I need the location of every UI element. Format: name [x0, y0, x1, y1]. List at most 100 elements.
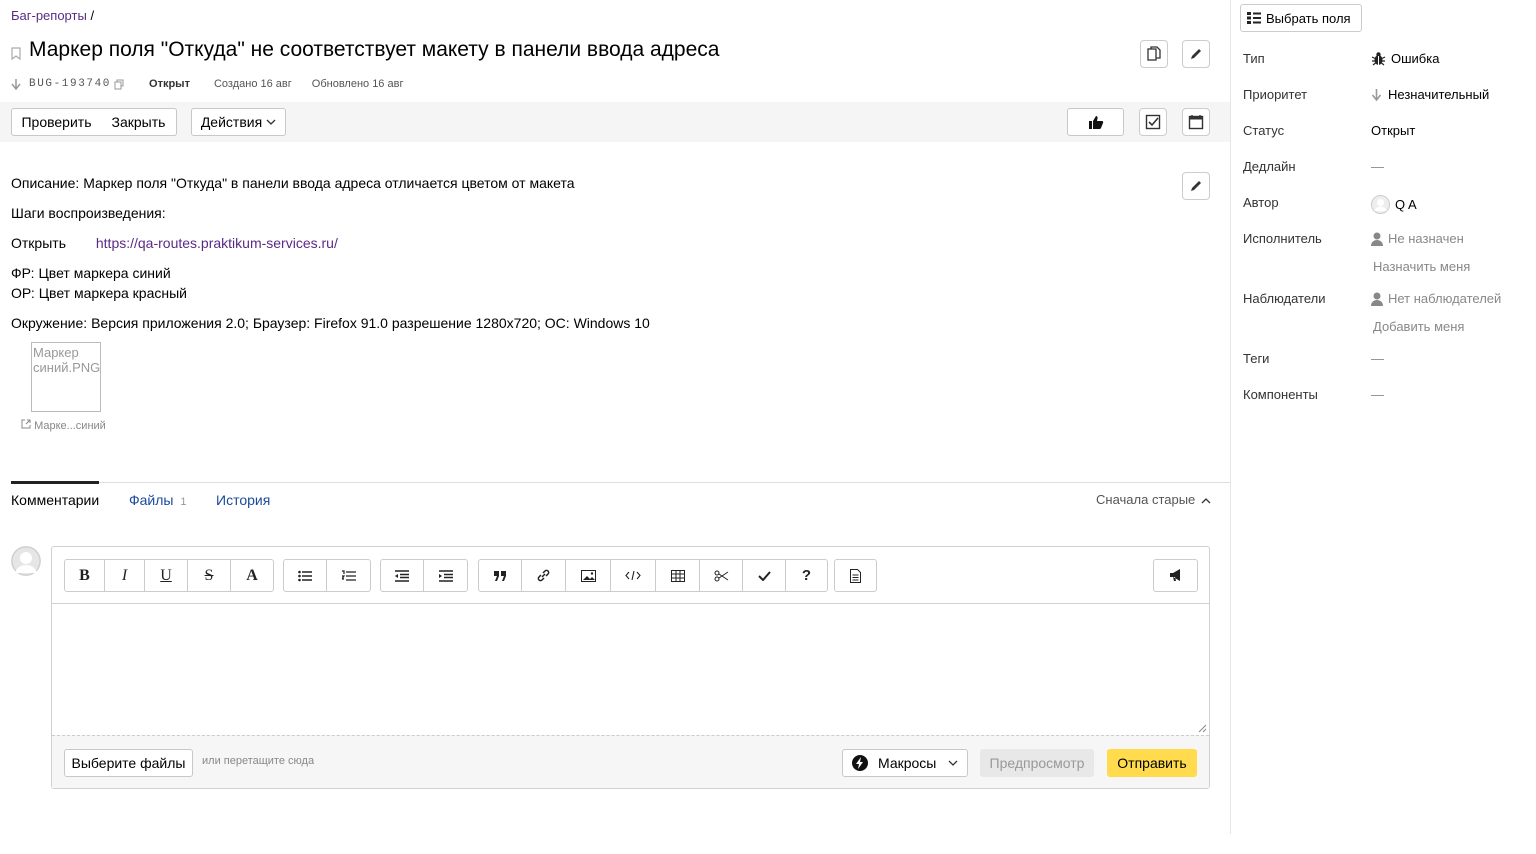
indent-button[interactable]	[424, 560, 467, 591]
preview-button[interactable]: Предпросмотр	[980, 749, 1094, 777]
italic-button[interactable]: I	[105, 560, 145, 591]
watchers-value[interactable]: Нет наблюдателей	[1371, 291, 1501, 306]
edit-description-button[interactable]	[1182, 172, 1210, 200]
checkbox-icon	[1145, 114, 1161, 130]
image-icon	[580, 569, 596, 582]
author-label: Автор	[1243, 195, 1279, 210]
tags-label: Теги	[1243, 351, 1270, 366]
assignee-value-text: Не назначен	[1388, 231, 1464, 246]
breadcrumb-separator: /	[90, 8, 95, 23]
components-label: Компоненты	[1243, 387, 1318, 402]
sort-toggle[interactable]: Сначала старые	[1096, 492, 1211, 507]
assignee-label: Исполнитель	[1243, 231, 1322, 246]
outdent-icon	[395, 569, 409, 582]
bold-button[interactable]: B	[65, 560, 105, 591]
tab-files-label: Файлы	[129, 492, 174, 508]
underline-button[interactable]: U	[145, 560, 188, 591]
status-label: Статус	[1243, 123, 1285, 138]
checkmark-button[interactable]	[743, 560, 786, 591]
template-group	[834, 559, 877, 592]
drop-hint: или перетащите сюда	[202, 755, 315, 767]
choose-files-button[interactable]: Выберите файлы	[64, 749, 193, 777]
deadline-label: Дедлайн	[1243, 159, 1296, 174]
thumbs-up-icon	[1088, 115, 1103, 129]
active-tab-indicator	[11, 481, 99, 484]
attachment-caption[interactable]: Марке...синий	[21, 419, 106, 432]
quote-icon	[493, 570, 506, 581]
assign-me-link[interactable]: Назначить меня	[1373, 259, 1470, 274]
tab-history[interactable]: История	[216, 492, 270, 508]
code-button[interactable]	[611, 560, 656, 591]
bullet-list-button[interactable]	[284, 560, 327, 591]
edit-title-button[interactable]	[1182, 40, 1210, 68]
check-button[interactable]: Проверить	[11, 108, 102, 136]
table-button[interactable]	[656, 560, 700, 591]
insert-group: ?	[478, 559, 828, 592]
send-button[interactable]: Отправить	[1107, 749, 1197, 777]
status-badge: Открыт	[149, 78, 190, 90]
quote-button[interactable]	[479, 560, 522, 591]
editor-footer: Выберите файлы или перетащите сюда Макро…	[52, 735, 1209, 788]
link-button[interactable]	[522, 560, 566, 591]
breadcrumb-link[interactable]: Баг-репорты	[11, 8, 87, 23]
tags-value[interactable]: —	[1371, 351, 1384, 366]
step-open-label: Открыть	[11, 235, 66, 251]
checklist-button[interactable]	[1139, 108, 1167, 136]
resize-handle-icon[interactable]	[1198, 724, 1207, 733]
page-title: Маркер поля "Откуда" не соответствует ма…	[29, 38, 720, 61]
author-value[interactable]: Q A	[1371, 195, 1417, 214]
main-panel: Баг-репорты / Маркер поля "Откуда" не со…	[0, 0, 1230, 854]
outdent-button[interactable]	[381, 560, 424, 591]
components-value[interactable]: —	[1371, 387, 1384, 402]
priority-low-icon	[1371, 89, 1382, 101]
macros-dropdown[interactable]: Макросы	[842, 749, 968, 777]
indent-group	[380, 559, 468, 592]
attachment-thumbnail[interactable]: Маркер синий.PNG	[31, 342, 101, 412]
help-button[interactable]: ?	[786, 560, 827, 591]
environment: Окружение: Версия приложения 2.0; Браузе…	[11, 315, 650, 331]
close-button[interactable]: Закрыть	[101, 108, 177, 136]
checkmark-icon	[757, 570, 771, 581]
copy-key-icon[interactable]	[114, 79, 125, 90]
comment-textarea[interactable]	[52, 604, 1209, 735]
type-value[interactable]: Ошибка	[1371, 51, 1439, 66]
like-button[interactable]	[1067, 108, 1124, 136]
tab-files[interactable]: Файлы 1	[129, 492, 187, 508]
assignee-value[interactable]: Не назначен	[1371, 231, 1464, 246]
format-group: B I U S A	[64, 559, 274, 592]
text-color-button[interactable]: A	[231, 560, 273, 591]
template-button[interactable]	[835, 560, 876, 591]
chevron-down-icon	[948, 760, 958, 766]
add-me-link[interactable]: Добавить меня	[1373, 319, 1464, 334]
scissors-icon	[714, 570, 728, 581]
description-text: Описание: Маркер поля "Откуда" в панели …	[11, 175, 575, 191]
avatar	[11, 546, 41, 576]
calendar-button[interactable]	[1182, 108, 1210, 136]
cut-button[interactable]	[700, 560, 743, 591]
tabs-divider	[11, 482, 1230, 483]
status-value[interactable]: Открыт	[1371, 123, 1415, 138]
image-button[interactable]	[566, 560, 611, 591]
deadline-value[interactable]: —	[1371, 159, 1384, 174]
document-icon	[850, 568, 861, 583]
announce-button[interactable]	[1154, 560, 1197, 591]
calendar-icon	[1188, 115, 1204, 130]
issue-key[interactable]: BUG-193740	[29, 78, 111, 90]
list-group	[283, 559, 371, 592]
priority-label: Приоритет	[1243, 87, 1308, 102]
strikethrough-button[interactable]: S	[188, 560, 231, 591]
bookmark-icon[interactable]	[11, 46, 21, 60]
attachment-alt-text: Маркер синий.PNG	[33, 345, 101, 375]
pencil-icon	[1191, 181, 1201, 191]
issue-meta: BUG-193740 Открыт Создано 16 авг Обновле…	[11, 78, 403, 90]
numbered-list-button[interactable]	[327, 560, 370, 591]
bullet-list-icon	[298, 570, 312, 581]
actions-dropdown[interactable]: Действия	[191, 108, 286, 136]
actual-result: ФР: Цвет маркера синий	[11, 265, 171, 281]
steps-heading: Шаги воспроизведения:	[11, 205, 166, 221]
priority-value[interactable]: Незначительный	[1371, 87, 1489, 102]
tab-comments[interactable]: Комментарии	[11, 492, 99, 508]
step-open-link[interactable]: https://qa-routes.praktikum-services.ru/	[96, 235, 338, 251]
choose-fields-button[interactable]: Выбрать поля	[1240, 4, 1362, 32]
copy-button[interactable]	[1140, 40, 1168, 68]
